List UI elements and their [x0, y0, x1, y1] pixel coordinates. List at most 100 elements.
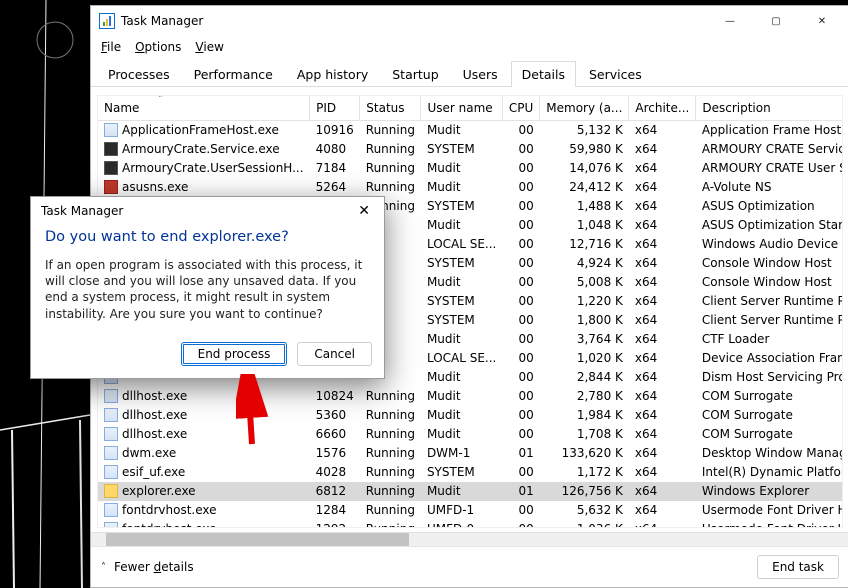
process-icon: [104, 484, 118, 498]
maximize-button[interactable]: ▢: [753, 6, 799, 36]
process-arch: x64: [629, 216, 696, 235]
process-desc: Dism Host Servicing Proce: [696, 368, 843, 387]
process-cpu: 00: [502, 368, 539, 387]
tab-details[interactable]: Details: [511, 61, 576, 87]
tab-services[interactable]: Services: [578, 61, 653, 87]
process-desc: ASUS Optimization: [696, 197, 843, 216]
process-cpu: 00: [502, 463, 539, 482]
process-cpu: 00: [502, 311, 539, 330]
dialog-titlebar[interactable]: Task Manager ✕: [31, 197, 384, 225]
process-name: dllhost.exe: [122, 427, 187, 441]
process-mem: 1,800 K: [540, 311, 629, 330]
end-process-button[interactable]: End process: [181, 342, 288, 366]
process-desc: Desktop Window Manage: [696, 444, 843, 463]
cancel-button[interactable]: Cancel: [297, 342, 372, 366]
process-arch: x64: [629, 406, 696, 425]
process-cpu: 00: [502, 425, 539, 444]
process-status: Running: [360, 387, 421, 406]
process-user: Mudit: [421, 330, 502, 349]
process-name: esif_uf.exe: [122, 465, 185, 479]
table-row[interactable]: fontdrvhost.exe1292RunningUMFD-0001,036 …: [98, 520, 843, 529]
table-row[interactable]: dllhost.exe5360RunningMudit001,984 Kx64C…: [98, 406, 843, 425]
process-arch: x64: [629, 349, 696, 368]
process-user: UMFD-1: [421, 501, 502, 520]
process-pid: 1292: [310, 520, 360, 529]
minimize-button[interactable]: —: [707, 6, 753, 36]
tab-processes[interactable]: Processes: [97, 61, 181, 87]
tab-users[interactable]: Users: [452, 61, 509, 87]
process-arch: x64: [629, 292, 696, 311]
dialog-close-icon[interactable]: ✕: [354, 203, 374, 219]
process-icon: [104, 389, 118, 403]
process-arch: x64: [629, 444, 696, 463]
menu-file[interactable]: File: [101, 40, 121, 54]
close-button[interactable]: ✕: [799, 6, 845, 36]
col-cpu[interactable]: CPU: [502, 96, 539, 121]
process-cpu: 00: [502, 520, 539, 529]
process-user: Mudit: [421, 425, 502, 444]
process-cpu: 00: [502, 406, 539, 425]
process-user: Mudit: [421, 368, 502, 387]
end-task-button[interactable]: End task: [757, 555, 839, 579]
process-arch: x64: [629, 254, 696, 273]
table-row[interactable]: dllhost.exe10824RunningMudit002,780 Kx64…: [98, 387, 843, 406]
process-name: fontdrvhost.exe: [122, 503, 217, 517]
table-row[interactable]: asusns.exe5264RunningMudit0024,412 Kx64A…: [98, 178, 843, 197]
process-user: Mudit: [421, 273, 502, 292]
col-pid[interactable]: PID: [310, 96, 360, 121]
table-row[interactable]: ApplicationFrameHost.exe10916RunningMudi…: [98, 121, 843, 140]
tab-startup[interactable]: Startup: [381, 61, 449, 87]
table-row[interactable]: dwm.exe1576RunningDWM-101133,620 Kx64Des…: [98, 444, 843, 463]
tab-performance[interactable]: Performance: [183, 61, 284, 87]
tab-app-history[interactable]: App history: [286, 61, 379, 87]
process-user: SYSTEM: [421, 463, 502, 482]
process-status: Running: [360, 501, 421, 520]
process-arch: x64: [629, 121, 696, 140]
process-name: ArmouryCrate.Service.exe: [122, 142, 280, 156]
col-user[interactable]: User name: [421, 96, 502, 121]
chevron-up-icon[interactable]: ˄: [101, 562, 106, 573]
process-status: Running: [360, 520, 421, 529]
col-name[interactable]: Name ˄: [98, 96, 310, 121]
process-pid: 4028: [310, 463, 360, 482]
process-arch: x64: [629, 311, 696, 330]
process-user: SYSTEM: [421, 254, 502, 273]
process-arch: x64: [629, 178, 696, 197]
col-status[interactable]: Status: [360, 96, 421, 121]
table-row[interactable]: ArmouryCrate.Service.exe4080RunningSYSTE…: [98, 140, 843, 159]
table-row[interactable]: fontdrvhost.exe1284RunningUMFD-1005,632 …: [98, 501, 843, 520]
table-row[interactable]: explorer.exe6812RunningMudit01126,756 Kx…: [98, 482, 843, 501]
process-user: SYSTEM: [421, 140, 502, 159]
fewer-details-link[interactable]: Fewer details: [114, 560, 194, 574]
process-mem: 1,172 K: [540, 463, 629, 482]
process-pid: 1284: [310, 501, 360, 520]
process-cpu: 00: [502, 330, 539, 349]
menu-options[interactable]: Options: [135, 40, 181, 54]
process-status: Running: [360, 482, 421, 501]
process-cpu: 00: [502, 292, 539, 311]
process-user: LOCAL SE...: [421, 349, 502, 368]
process-cpu: 01: [502, 482, 539, 501]
col-arch[interactable]: Archite...: [629, 96, 696, 121]
process-arch: x64: [629, 330, 696, 349]
process-user: SYSTEM: [421, 311, 502, 330]
process-desc: ARMOURY CRATE User Ses: [696, 159, 843, 178]
process-user: Mudit: [421, 216, 502, 235]
window-title: Task Manager: [121, 14, 203, 28]
titlebar[interactable]: Task Manager — ▢ ✕: [91, 6, 848, 36]
table-row[interactable]: esif_uf.exe4028RunningSYSTEM001,172 Kx64…: [98, 463, 843, 482]
process-desc: CTF Loader: [696, 330, 843, 349]
process-desc: Intel(R) Dynamic Platform: [696, 463, 843, 482]
col-desc[interactable]: Description: [696, 96, 843, 121]
table-row[interactable]: dllhost.exe6660RunningMudit001,708 Kx64C…: [98, 425, 843, 444]
menu-view[interactable]: View: [195, 40, 223, 54]
process-status: Running: [360, 178, 421, 197]
col-mem[interactable]: Memory (a...: [540, 96, 629, 121]
process-desc: Usermode Font Driver Hos: [696, 501, 843, 520]
process-status: Running: [360, 121, 421, 140]
horizontal-scrollbar[interactable]: [91, 532, 848, 546]
process-desc: Windows Explorer: [696, 482, 843, 501]
process-name: explorer.exe: [122, 484, 196, 498]
table-row[interactable]: ArmouryCrate.UserSessionH...7184RunningM…: [98, 159, 843, 178]
process-desc: Console Window Host: [696, 273, 843, 292]
